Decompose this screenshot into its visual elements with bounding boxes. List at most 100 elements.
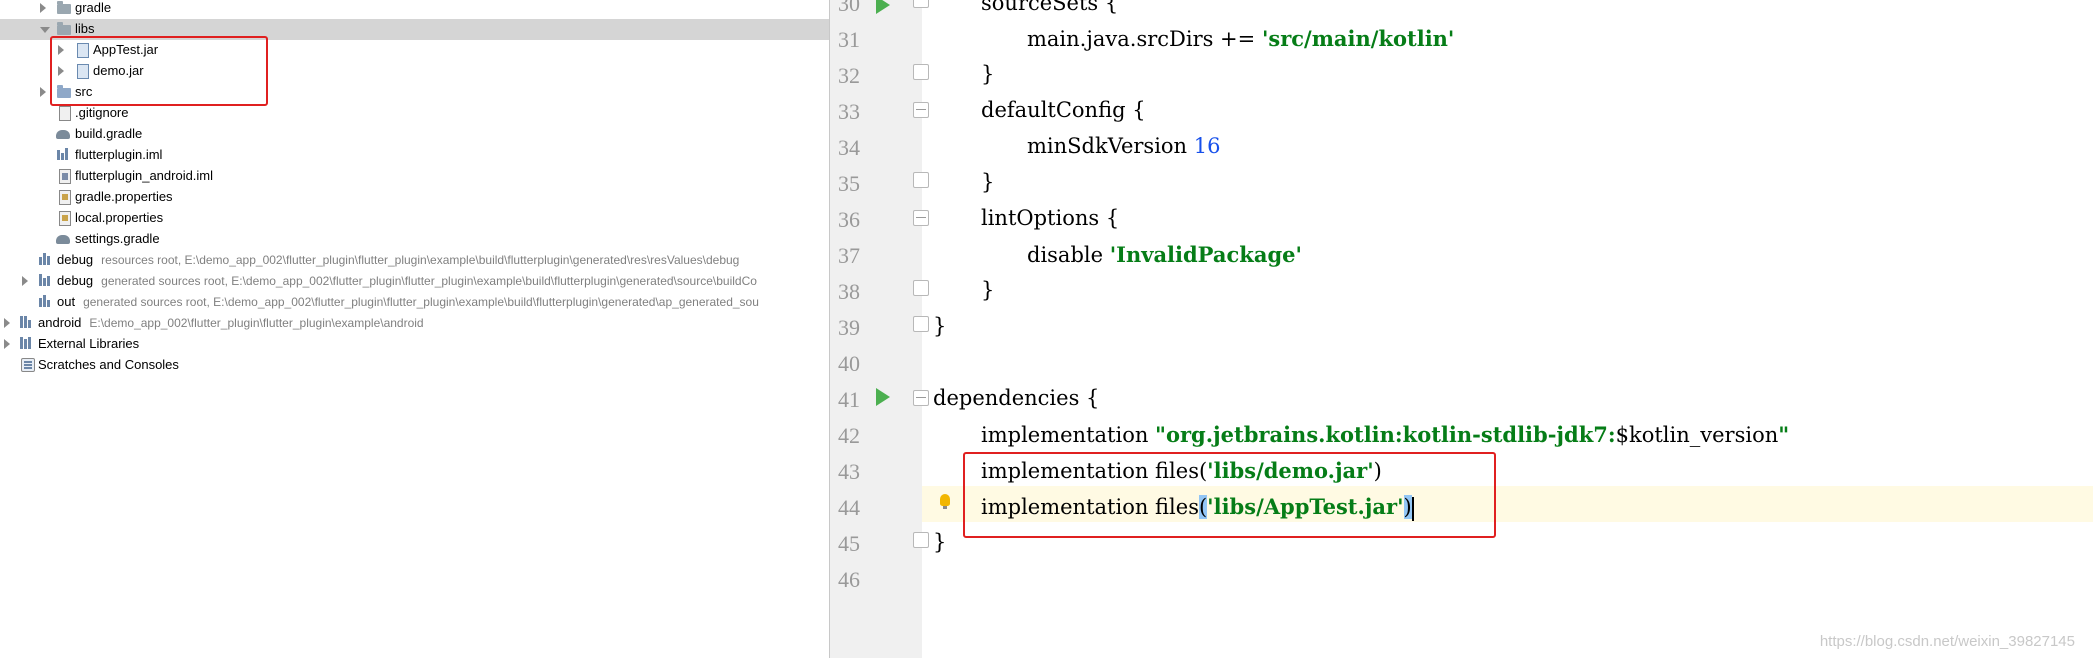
- fold-marker-icon[interactable]: [913, 102, 929, 118]
- tree-item-label: flutterplugin.iml: [75, 147, 163, 162]
- code-line-35: }: [981, 170, 995, 194]
- line-number: 36: [838, 207, 860, 232]
- expand-arrow-icon[interactable]: [4, 318, 10, 328]
- code-line-38: }: [981, 278, 995, 302]
- tree-item-hint: generated sources root, E:\demo_app_002\…: [101, 274, 757, 288]
- properties-file-icon: [57, 190, 72, 205]
- resources-root-icon: [39, 253, 54, 267]
- code-line-31: main.java.srcDirs += 'src/main/kotlin': [1027, 26, 1455, 51]
- tree-row-build-gradle[interactable]: build.gradle: [0, 124, 829, 145]
- tree-item-label: debug: [57, 252, 94, 267]
- line-number: 32: [838, 63, 860, 88]
- tree-item-label: gradle: [75, 0, 112, 15]
- sources-root-icon: [39, 295, 54, 309]
- line-number: 45: [838, 531, 860, 556]
- code-line-42: implementation "org.jetbrains.kotlin:kot…: [981, 422, 1790, 447]
- folder-icon: [57, 1, 72, 15]
- tree-item-label: flutterplugin_android.iml: [75, 168, 214, 183]
- code-line-45: }: [933, 530, 947, 554]
- tree-row-gradle[interactable]: gradle: [0, 0, 829, 19]
- code-line-32: }: [981, 62, 995, 86]
- line-number: 30: [838, 0, 860, 16]
- code-line-39: }: [933, 314, 947, 338]
- tree-item-label: debug: [57, 273, 94, 288]
- tree-row-settings-gradle[interactable]: settings.gradle: [0, 229, 829, 250]
- scratches-icon: [20, 358, 35, 372]
- module-file-icon: [57, 169, 72, 184]
- tree-row-gitignore[interactable]: .gitignore: [0, 103, 829, 124]
- run-gutter-icon[interactable]: [876, 388, 890, 406]
- tree-item-label: build.gradle: [75, 126, 143, 141]
- collapse-arrow-icon[interactable]: [40, 27, 50, 33]
- folder-icon: [57, 22, 72, 36]
- tree-item-label: External Libraries: [38, 336, 140, 351]
- tree-row-out[interactable]: out generated sources root, E:\demo_app_0…: [0, 292, 829, 313]
- tree-row-scratches[interactable]: Scratches and Consoles: [0, 355, 829, 376]
- tree-item-label: .gitignore: [75, 105, 129, 120]
- tree-item-label: settings.gradle: [75, 231, 160, 246]
- properties-file-icon: [57, 211, 72, 226]
- module-icon: [20, 316, 35, 330]
- gradle-elephant-icon: [56, 232, 71, 246]
- code-line-37: disable 'InvalidPackage': [1027, 242, 1302, 267]
- code-line-34: minSdkVersion 16: [1027, 134, 1221, 158]
- expand-arrow-icon[interactable]: [40, 87, 46, 97]
- fold-marker-icon[interactable]: [913, 532, 929, 548]
- file-icon: [57, 106, 72, 121]
- line-number: 43: [838, 459, 860, 484]
- line-number: 41: [838, 387, 860, 412]
- tree-item-label: out: [57, 294, 76, 309]
- gradle-elephant-icon: [56, 127, 71, 141]
- code-line-30: sourceSets {: [981, 0, 1119, 15]
- tree-row-gradle-properties[interactable]: gradle.properties: [0, 187, 829, 208]
- code-line-41: dependencies {: [933, 386, 1100, 410]
- tree-row-debug-sources[interactable]: debug generated sources root, E:\demo_app…: [0, 271, 829, 292]
- fold-marker-icon[interactable]: [913, 390, 929, 406]
- module-file-icon: [57, 148, 72, 162]
- tree-item-label: libs: [75, 21, 95, 36]
- tree-item-hint: E:\demo_app_002\flutter_plugin\flutter_p…: [89, 316, 424, 330]
- tree-item-hint: generated sources root, E:\demo_app_002\…: [83, 295, 759, 309]
- line-number: 39: [838, 315, 860, 340]
- tree-row-external-libraries[interactable]: External Libraries: [0, 334, 829, 355]
- annotation-box-dependencies: [963, 452, 1496, 538]
- expand-arrow-icon[interactable]: [4, 339, 10, 349]
- code-line-33: defaultConfig {: [981, 98, 1146, 122]
- fold-marker-icon[interactable]: [913, 64, 929, 80]
- line-number: 33: [838, 99, 860, 124]
- line-number: 42: [838, 423, 860, 448]
- tree-row-local-properties[interactable]: local.properties: [0, 208, 829, 229]
- tree-row-debug-resources[interactable]: debug resources root, E:\demo_app_002\flu…: [0, 250, 829, 271]
- line-number: 37: [838, 243, 860, 268]
- line-number: 38: [838, 279, 860, 304]
- sources-root-icon: [39, 274, 54, 288]
- fold-marker-icon[interactable]: [913, 316, 929, 332]
- line-number: 35: [838, 171, 860, 196]
- expand-arrow-icon[interactable]: [22, 276, 28, 286]
- project-tree-panel: gradle libs AppTest.jar demo.jar src .gi…: [0, 0, 829, 658]
- tree-item-label: local.properties: [75, 210, 164, 225]
- expand-arrow-icon[interactable]: [40, 3, 46, 13]
- line-number: 46: [838, 567, 860, 592]
- code-line-36: lintOptions {: [981, 206, 1120, 230]
- tree-item-label: gradle.properties: [75, 189, 173, 204]
- line-number: 31: [838, 27, 860, 52]
- lightbulb-icon[interactable]: [940, 494, 950, 509]
- tree-row-flutterplugin-android-iml[interactable]: flutterplugin_android.iml: [0, 166, 829, 187]
- fold-marker-icon[interactable]: [913, 210, 929, 226]
- run-gutter-icon[interactable]: [876, 0, 890, 14]
- watermark: https://blog.csdn.net/weixin_39827145: [1819, 633, 2075, 650]
- line-number: 34: [838, 135, 860, 160]
- tree-row-flutterplugin-iml[interactable]: flutterplugin.iml: [0, 145, 829, 166]
- line-number: 44: [838, 495, 860, 520]
- annotation-box-jars: [50, 36, 268, 106]
- library-icon: [20, 337, 35, 351]
- tree-item-label: android: [38, 315, 82, 330]
- fold-marker-icon[interactable]: [913, 0, 929, 8]
- tree-row-android[interactable]: android E:\demo_app_002\flutter_plugin\fl…: [0, 313, 829, 334]
- tree-item-label: Scratches and Consoles: [38, 357, 179, 372]
- fold-marker-icon[interactable]: [913, 172, 929, 188]
- line-number: 40: [838, 351, 860, 376]
- fold-marker-icon[interactable]: [913, 280, 929, 296]
- tree-item-hint: resources root, E:\demo_app_002\flutter_…: [101, 253, 740, 267]
